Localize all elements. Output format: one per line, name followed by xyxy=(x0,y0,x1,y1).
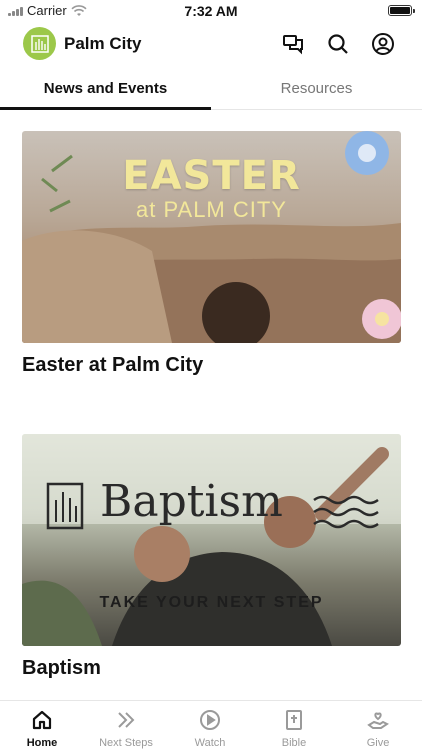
status-bar: Carrier 7:32 AM xyxy=(0,0,422,22)
active-tab-indicator xyxy=(0,107,211,110)
nav-label: Next Steps xyxy=(99,737,153,749)
nav-label: Give xyxy=(366,737,390,749)
chevrons-icon xyxy=(113,707,139,733)
easter-subline: at PALM CITY xyxy=(136,197,287,222)
event-card-easter[interactable]: EASTER at PALM CITY Easter at Palm City xyxy=(22,131,401,377)
profile-icon[interactable] xyxy=(370,31,396,57)
nav-label: Watch xyxy=(194,737,226,749)
event-card-baptism[interactable]: Baptism TAKE YOUR NEXT STEP Baptism xyxy=(22,434,401,680)
status-time: 7:32 AM xyxy=(184,3,238,19)
nav-label: Home xyxy=(26,737,58,749)
tab-resources[interactable]: Resources xyxy=(211,72,422,110)
tab-news-and-events[interactable]: News and Events xyxy=(0,72,211,110)
chat-icon[interactable] xyxy=(280,31,306,57)
bible-icon xyxy=(281,707,307,733)
nav-home[interactable]: Home xyxy=(0,701,84,750)
tab-bar: News and Events Resources xyxy=(0,72,422,110)
baptism-banner-image: Baptism TAKE YOUR NEXT STEP xyxy=(22,434,401,646)
church-logo xyxy=(23,27,56,60)
bottom-nav: Home Next Steps Watch Bible Give xyxy=(0,700,422,750)
give-icon xyxy=(365,707,391,733)
easter-headline: EASTER xyxy=(122,153,301,199)
app-title: Palm City xyxy=(64,34,142,53)
nav-label: Bible xyxy=(281,737,307,749)
app-header: Palm City xyxy=(0,25,422,63)
nav-give[interactable]: Give xyxy=(336,701,420,750)
easter-banner-image: EASTER at PALM CITY xyxy=(22,131,401,343)
play-icon xyxy=(197,707,223,733)
baptism-scene-illustration xyxy=(22,434,401,646)
card-title: Baptism xyxy=(22,657,101,679)
nav-next-steps[interactable]: Next Steps xyxy=(84,701,168,750)
home-icon xyxy=(29,707,55,733)
card-title: Easter at Palm City xyxy=(22,354,204,376)
nav-watch[interactable]: Watch xyxy=(168,701,252,750)
nav-bible[interactable]: Bible xyxy=(252,701,336,750)
baptism-tagline: TAKE YOUR NEXT STEP xyxy=(99,594,324,611)
baptism-headline: Baptism xyxy=(100,476,283,527)
battery-icon xyxy=(388,5,415,16)
palm-logo-icon xyxy=(30,34,49,53)
search-icon[interactable] xyxy=(325,31,351,57)
